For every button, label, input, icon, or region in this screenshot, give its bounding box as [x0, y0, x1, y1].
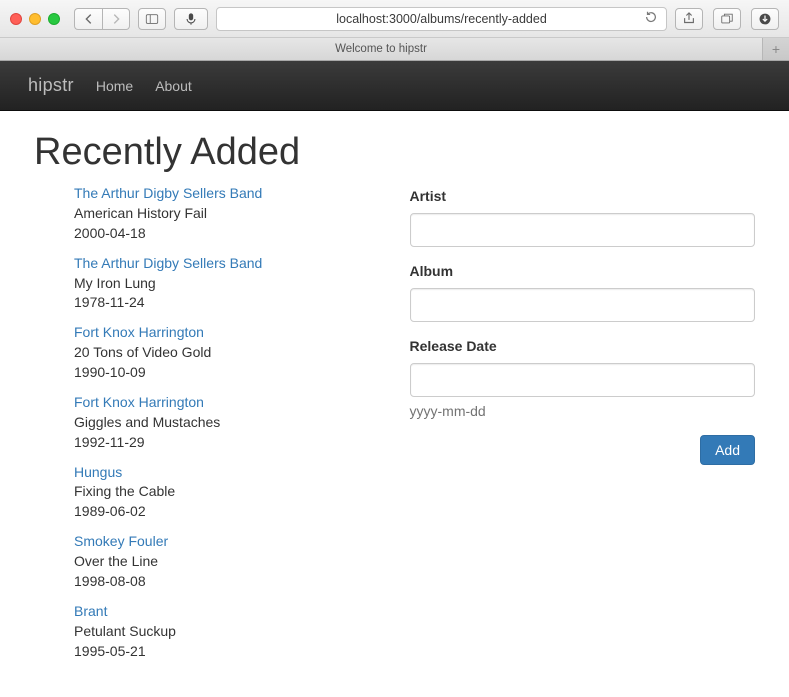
artist-input[interactable]	[410, 213, 756, 247]
album-list: The Arthur Digby Sellers BandAmerican Hi…	[34, 184, 380, 661]
url-text: localhost:3000/albums/recently-added	[336, 12, 547, 26]
release-field-group: Release Date yyyy-mm-dd	[410, 338, 756, 419]
artist-link[interactable]: Fort Knox Harrington	[74, 323, 380, 343]
list-item: Fort Knox HarringtonGiggles and Mustache…	[74, 393, 380, 453]
page-content: Recently Added The Arthur Digby Sellers …	[0, 111, 789, 697]
album-name: 20 Tons of Video Gold	[74, 343, 380, 363]
form-column: Artist Album Release Date yyyy-mm-dd Add	[410, 184, 756, 671]
forward-button[interactable]	[102, 8, 130, 30]
artist-link[interactable]: Brant	[74, 602, 380, 622]
share-button[interactable]	[675, 8, 703, 30]
sidebar-icon	[145, 12, 159, 26]
album-name: Fixing the Cable	[74, 482, 380, 502]
url-bar[interactable]: localhost:3000/albums/recently-added	[216, 7, 667, 31]
download-icon	[758, 12, 772, 26]
nav-link-home[interactable]: Home	[96, 78, 133, 94]
release-date: 1990-10-09	[74, 363, 380, 383]
chevron-left-icon	[82, 12, 96, 26]
microphone-icon	[184, 12, 198, 26]
release-date: 1998-08-08	[74, 572, 380, 592]
list-item: HungusFixing the Cable1989-06-02	[74, 463, 380, 523]
artist-link[interactable]: Fort Knox Harrington	[74, 393, 380, 413]
app-navbar: hipstr Home About	[0, 61, 789, 111]
album-field-group: Album	[410, 263, 756, 322]
new-tab-button[interactable]: +	[763, 38, 789, 60]
zoom-window-button[interactable]	[48, 13, 60, 25]
list-item: Fort Knox Harrington20 Tons of Video Gol…	[74, 323, 380, 383]
reader-button[interactable]	[174, 8, 208, 30]
album-input[interactable]	[410, 288, 756, 322]
release-label: Release Date	[410, 338, 756, 354]
add-button[interactable]: Add	[700, 435, 755, 465]
chevron-right-icon	[109, 12, 123, 26]
albums-column: The Arthur Digby Sellers BandAmerican Hi…	[34, 184, 380, 671]
album-name: American History Fail	[74, 204, 380, 224]
page-title: Recently Added	[34, 131, 755, 174]
downloads-button[interactable]	[751, 8, 779, 30]
tabs-icon	[720, 12, 734, 26]
list-item: The Arthur Digby Sellers BandAmerican Hi…	[74, 184, 380, 244]
nav-buttons	[74, 8, 130, 30]
list-item: The Arthur Digby Sellers BandMy Iron Lun…	[74, 254, 380, 314]
album-label: Album	[410, 263, 756, 279]
album-name: Giggles and Mustaches	[74, 413, 380, 433]
artist-field-group: Artist	[410, 188, 756, 247]
share-icon	[682, 12, 696, 26]
release-date: 1978-11-24	[74, 293, 380, 313]
release-date: 1992-11-29	[74, 433, 380, 453]
artist-link[interactable]: The Arthur Digby Sellers Band	[74, 254, 380, 274]
artist-link[interactable]: Smokey Fouler	[74, 532, 380, 552]
window-controls	[10, 13, 60, 25]
tabs-button[interactable]	[713, 8, 741, 30]
nav-link-about[interactable]: About	[155, 78, 192, 94]
artist-label: Artist	[410, 188, 756, 204]
tab-bar: Welcome to hipstr +	[0, 38, 789, 61]
list-item: BrantPetulant Suckup1995-05-21	[74, 602, 380, 662]
browser-tab[interactable]: Welcome to hipstr	[0, 38, 763, 60]
reload-icon	[644, 10, 658, 24]
release-help-text: yyyy-mm-dd	[410, 403, 756, 419]
artist-link[interactable]: Hungus	[74, 463, 380, 483]
sidebar-toggle-button[interactable]	[138, 8, 166, 30]
brand[interactable]: hipstr	[28, 75, 74, 96]
close-window-button[interactable]	[10, 13, 22, 25]
toolbar-right	[675, 8, 779, 30]
plus-icon: +	[772, 41, 780, 57]
back-button[interactable]	[74, 8, 102, 30]
artist-link[interactable]: The Arthur Digby Sellers Band	[74, 184, 380, 204]
album-name: Over the Line	[74, 552, 380, 572]
release-date: 2000-04-18	[74, 224, 380, 244]
list-item: Smokey FoulerOver the Line1998-08-08	[74, 532, 380, 592]
release-date: 1989-06-02	[74, 502, 380, 522]
album-name: My Iron Lung	[74, 274, 380, 294]
release-date-input[interactable]	[410, 363, 756, 397]
browser-toolbar: localhost:3000/albums/recently-added	[0, 0, 789, 38]
release-date: 1995-05-21	[74, 642, 380, 662]
tab-title: Welcome to hipstr	[335, 43, 427, 55]
minimize-window-button[interactable]	[29, 13, 41, 25]
album-name: Petulant Suckup	[74, 622, 380, 642]
reload-button[interactable]	[644, 10, 658, 27]
